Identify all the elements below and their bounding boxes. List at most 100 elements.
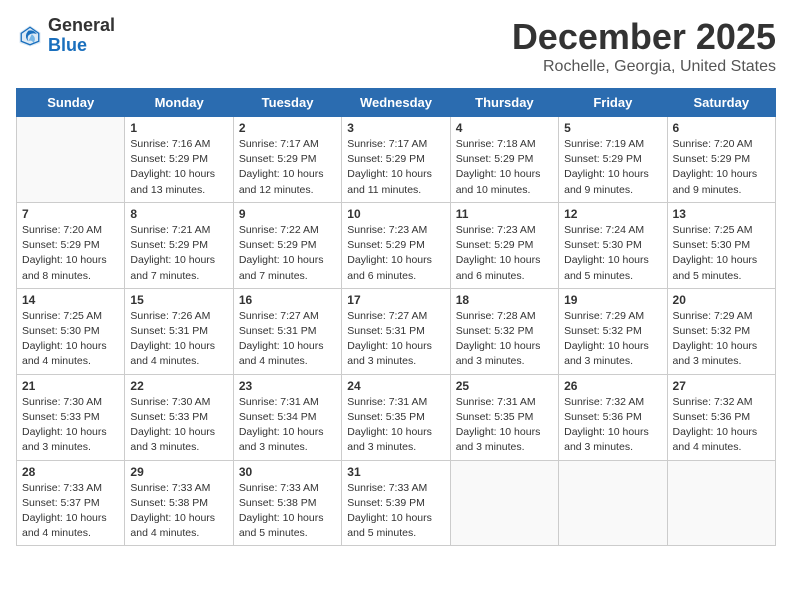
day-info: Sunrise: 7:28 AM Sunset: 5:32 PM Dayligh… [456,309,553,370]
logo: General Blue [16,16,115,56]
day-number: 17 [347,293,444,307]
day-number: 24 [347,379,444,393]
day-header-sunday: Sunday [17,89,125,117]
calendar-week-row: 1Sunrise: 7:16 AM Sunset: 5:29 PM Daylig… [17,117,776,203]
day-info: Sunrise: 7:16 AM Sunset: 5:29 PM Dayligh… [130,137,227,198]
day-info: Sunrise: 7:27 AM Sunset: 5:31 PM Dayligh… [239,309,336,370]
day-number: 5 [564,121,661,135]
day-info: Sunrise: 7:19 AM Sunset: 5:29 PM Dayligh… [564,137,661,198]
day-number: 28 [22,465,119,479]
day-info: Sunrise: 7:17 AM Sunset: 5:29 PM Dayligh… [347,137,444,198]
calendar-cell: 24 Sunrise: 7:31 AM Sunset: 5:35 PM Dayli… [342,374,450,460]
day-number: 20 [673,293,770,307]
day-info: Sunrise: 7:31 AM Sunset: 5:35 PM Dayligh… [456,395,553,456]
calendar-cell: 27 Sunrise: 7:32 AM Sunset: 5:36 PM Dayli… [667,374,775,460]
calendar-cell: 11 Sunrise: 7:23 AM Sunset: 5:29 PM Dayli… [450,202,558,288]
calendar-week-row: 7 Sunrise: 7:20 AM Sunset: 5:29 PM Daylig… [17,202,776,288]
logo-text: General Blue [48,16,115,56]
calendar-cell: 3 Sunrise: 7:17 AM Sunset: 5:29 PM Daylig… [342,117,450,203]
calendar-cell: 12 Sunrise: 7:24 AM Sunset: 5:30 PM Dayli… [559,202,667,288]
day-info: Sunrise: 7:26 AM Sunset: 5:31 PM Dayligh… [130,309,227,370]
day-header-thursday: Thursday [450,89,558,117]
day-info: Sunrise: 7:20 AM Sunset: 5:29 PM Dayligh… [22,223,119,284]
calendar-header-row: SundayMondayTuesdayWednesdayThursdayFrid… [17,89,776,117]
calendar-cell: 9 Sunrise: 7:22 AM Sunset: 5:29 PM Daylig… [233,202,341,288]
day-number: 27 [673,379,770,393]
day-info: Sunrise: 7:29 AM Sunset: 5:32 PM Dayligh… [673,309,770,370]
calendar-cell: 23Sunrise: 7:31 AM Sunset: 5:34 PM Dayli… [233,374,341,460]
location: Rochelle, Georgia, United States [512,58,776,76]
calendar-cell: 6Sunrise: 7:20 AM Sunset: 5:29 PM Daylig… [667,117,775,203]
day-number: 7 [22,207,119,221]
calendar-cell: 13 Sunrise: 7:25 AM Sunset: 5:30 PM Dayli… [667,202,775,288]
calendar-cell: 5 Sunrise: 7:19 AM Sunset: 5:29 PM Daylig… [559,117,667,203]
day-number: 16 [239,293,336,307]
day-number: 29 [130,465,227,479]
calendar-cell: 10Sunrise: 7:23 AM Sunset: 5:29 PM Dayli… [342,202,450,288]
day-info: Sunrise: 7:25 AM Sunset: 5:30 PM Dayligh… [22,309,119,370]
calendar-cell: 8 Sunrise: 7:21 AM Sunset: 5:29 PM Daylig… [125,202,233,288]
day-info: Sunrise: 7:32 AM Sunset: 5:36 PM Dayligh… [564,395,661,456]
calendar-cell: 30 Sunrise: 7:33 AM Sunset: 5:38 PM Dayli… [233,460,341,546]
calendar-cell: 4 Sunrise: 7:18 AM Sunset: 5:29 PM Daylig… [450,117,558,203]
logo-blue: Blue [48,36,115,56]
day-info: Sunrise: 7:29 AM Sunset: 5:32 PM Dayligh… [564,309,661,370]
day-info: Sunrise: 7:17 AM Sunset: 5:29 PM Dayligh… [239,137,336,198]
calendar-cell [450,460,558,546]
page-header: General Blue December 2025 Rochelle, Geo… [16,16,776,76]
day-number: 3 [347,121,444,135]
day-info: Sunrise: 7:25 AM Sunset: 5:30 PM Dayligh… [673,223,770,284]
day-info: Sunrise: 7:31 AM Sunset: 5:34 PM Dayligh… [239,395,336,456]
calendar-cell [559,460,667,546]
day-number: 22 [130,379,227,393]
calendar-cell: 28 Sunrise: 7:33 AM Sunset: 5:37 PM Dayli… [17,460,125,546]
day-info: Sunrise: 7:31 AM Sunset: 5:35 PM Dayligh… [347,395,444,456]
day-info: Sunrise: 7:33 AM Sunset: 5:39 PM Dayligh… [347,481,444,542]
day-info: Sunrise: 7:33 AM Sunset: 5:38 PM Dayligh… [239,481,336,542]
day-number: 15 [130,293,227,307]
calendar-cell: 16 Sunrise: 7:27 AM Sunset: 5:31 PM Dayli… [233,288,341,374]
calendar-cell: 2 Sunrise: 7:17 AM Sunset: 5:29 PM Daylig… [233,117,341,203]
calendar-cell: 29 Sunrise: 7:33 AM Sunset: 5:38 PM Dayli… [125,460,233,546]
day-number: 6 [673,121,770,135]
day-info: Sunrise: 7:33 AM Sunset: 5:38 PM Dayligh… [130,481,227,542]
day-info: Sunrise: 7:24 AM Sunset: 5:30 PM Dayligh… [564,223,661,284]
day-number: 13 [673,207,770,221]
calendar-cell [17,117,125,203]
day-info: Sunrise: 7:21 AM Sunset: 5:29 PM Dayligh… [130,223,227,284]
calendar-cell: 18 Sunrise: 7:28 AM Sunset: 5:32 PM Dayli… [450,288,558,374]
day-number: 18 [456,293,553,307]
day-info: Sunrise: 7:27 AM Sunset: 5:31 PM Dayligh… [347,309,444,370]
day-number: 10 [347,207,444,221]
day-info: Sunrise: 7:33 AM Sunset: 5:37 PM Dayligh… [22,481,119,542]
calendar-week-row: 14 Sunrise: 7:25 AM Sunset: 5:30 PM Dayli… [17,288,776,374]
day-info: Sunrise: 7:32 AM Sunset: 5:36 PM Dayligh… [673,395,770,456]
calendar-cell: 26 Sunrise: 7:32 AM Sunset: 5:36 PM Dayli… [559,374,667,460]
calendar-cell: 31Sunrise: 7:33 AM Sunset: 5:39 PM Dayli… [342,460,450,546]
day-info: Sunrise: 7:23 AM Sunset: 5:29 PM Dayligh… [456,223,553,284]
day-number: 8 [130,207,227,221]
calendar-cell [667,460,775,546]
day-header-friday: Friday [559,89,667,117]
day-header-monday: Monday [125,89,233,117]
day-number: 14 [22,293,119,307]
logo-general: General [48,16,115,36]
calendar-cell: 21Sunrise: 7:30 AM Sunset: 5:33 PM Dayli… [17,374,125,460]
calendar-cell: 17 Sunrise: 7:27 AM Sunset: 5:31 PM Dayli… [342,288,450,374]
day-info: Sunrise: 7:18 AM Sunset: 5:29 PM Dayligh… [456,137,553,198]
calendar-week-row: 28 Sunrise: 7:33 AM Sunset: 5:37 PM Dayli… [17,460,776,546]
day-number: 11 [456,207,553,221]
logo-icon [16,22,44,50]
calendar-cell: 15 Sunrise: 7:26 AM Sunset: 5:31 PM Dayli… [125,288,233,374]
calendar-cell: 25Sunrise: 7:31 AM Sunset: 5:35 PM Dayli… [450,374,558,460]
day-number: 4 [456,121,553,135]
day-number: 9 [239,207,336,221]
day-info: Sunrise: 7:22 AM Sunset: 5:29 PM Dayligh… [239,223,336,284]
day-number: 19 [564,293,661,307]
day-number: 26 [564,379,661,393]
day-number: 2 [239,121,336,135]
day-header-wednesday: Wednesday [342,89,450,117]
calendar-cell: 7 Sunrise: 7:20 AM Sunset: 5:29 PM Daylig… [17,202,125,288]
day-number: 30 [239,465,336,479]
day-number: 12 [564,207,661,221]
